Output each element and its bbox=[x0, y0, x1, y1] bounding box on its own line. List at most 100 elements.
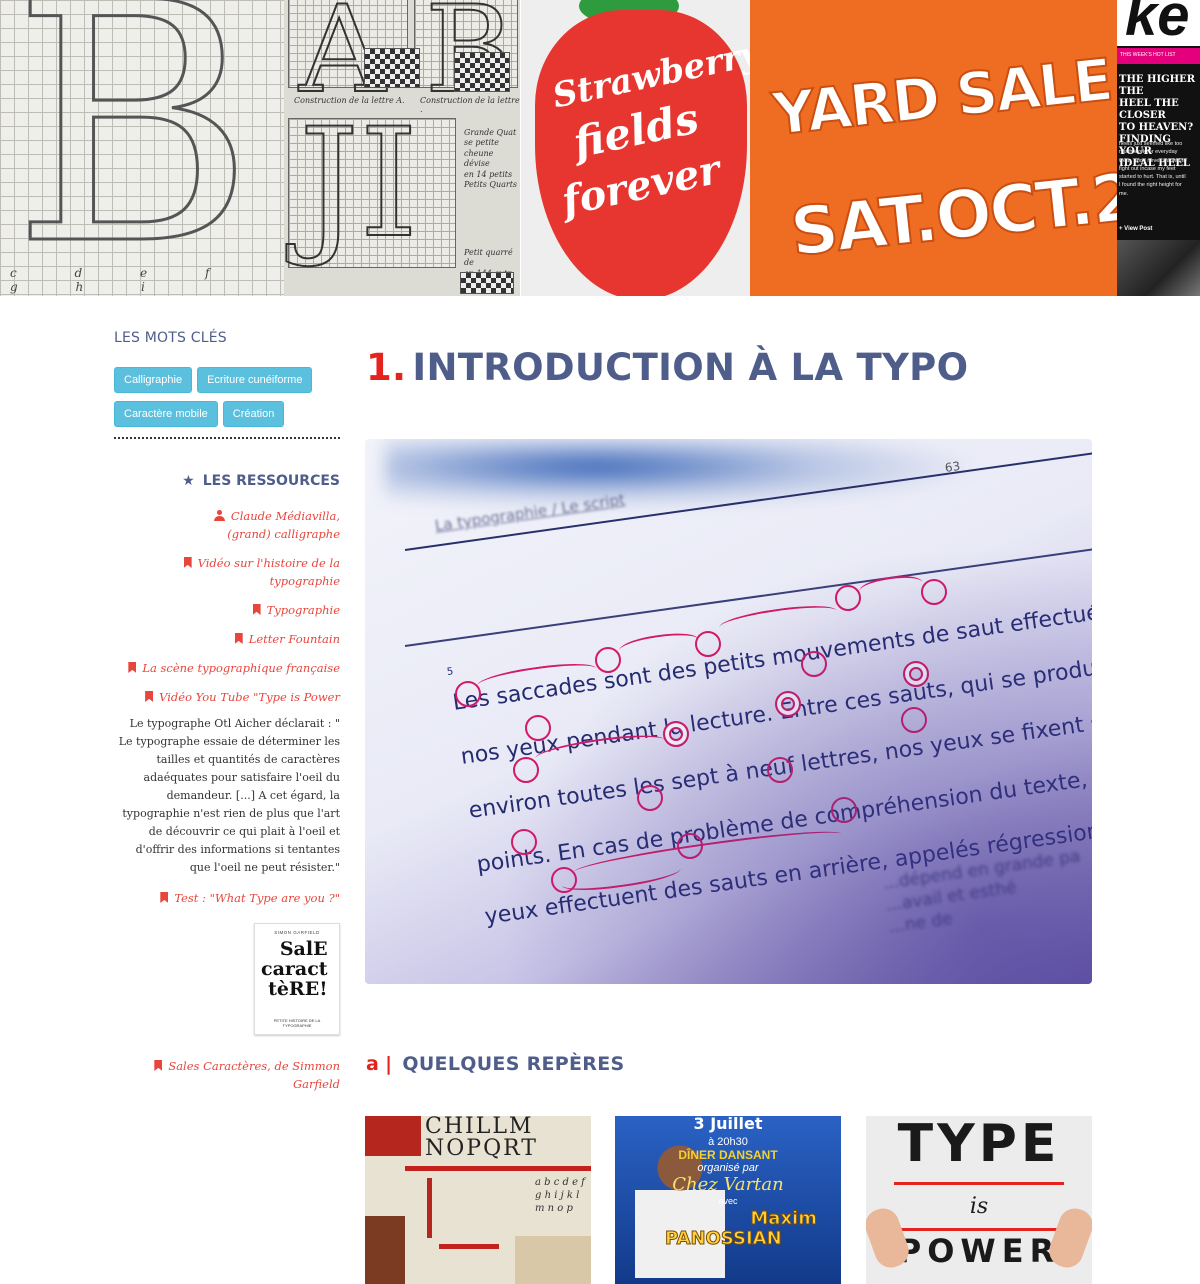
hero-grid-letter-image: B c d e f g h i bbox=[0, 0, 284, 296]
thumb1-red-vbar bbox=[427, 1178, 432, 1238]
resource-scene-typographique[interactable]: La scène typographique française bbox=[114, 659, 340, 677]
hero-yard-sale-poster: YARD SALE SAT.OCT.23 bbox=[750, 0, 1117, 296]
thumbnail-type-is-power[interactable]: TYPE is POWER bbox=[866, 1116, 1092, 1284]
thumb1-red-bar-2 bbox=[439, 1244, 499, 1249]
fixation-circle bbox=[511, 829, 537, 855]
blog-header: ke bbox=[1117, 0, 1200, 48]
resource-letter-fountain[interactable]: Letter Fountain bbox=[114, 630, 340, 648]
resources-list: Claude Médiavilla, (grand) calligraphe V… bbox=[114, 507, 340, 1093]
thumb1-manuscript bbox=[365, 1216, 405, 1284]
thumb2-avec: avec bbox=[718, 1196, 738, 1206]
page-title: 1. INTRODUCTION À LA TYPO bbox=[366, 346, 969, 389]
thumb2-chez: Chez Vartan bbox=[672, 1174, 784, 1195]
keyword-tags: Calligraphie Ecriture cunéiforme Caractè… bbox=[114, 367, 324, 427]
thumb3-red-line-top bbox=[894, 1182, 1064, 1185]
hero-banner: B c d e f g h i A B Construction de la l… bbox=[0, 0, 1200, 296]
plate-checker-2 bbox=[454, 52, 510, 92]
thumb1-red-bar bbox=[405, 1166, 591, 1171]
otl-aicher-quote: Le typographe Otl Aicher déclarait : " L… bbox=[118, 717, 340, 874]
tag-caractere-mobile[interactable]: Caractère mobile bbox=[114, 401, 218, 427]
book-cover-sale-caractere[interactable]: SIMON GARFIELD SalE caract tèRE! PETITE … bbox=[254, 923, 340, 1035]
hero-big-letter: B bbox=[11, 0, 257, 296]
thumbnail-calligraphy[interactable]: CHILLM NOPQRT a b c d e f g h i j k l m … bbox=[365, 1116, 591, 1284]
fixation-circle bbox=[663, 721, 689, 747]
bookmark-icon bbox=[128, 662, 137, 673]
book-subtitle: PETITE HISTOIRE DE LA TYPOGRAPHIE bbox=[273, 1018, 321, 1028]
thumb2-name-first: Maxim bbox=[750, 1208, 818, 1230]
saccade-arrow bbox=[617, 629, 701, 661]
book-title: SalE caract tèRE! bbox=[261, 938, 328, 1000]
blog-tag: THIS WEEK'S HOT LIST bbox=[1117, 48, 1200, 64]
yard-word-1: YARD SALE bbox=[768, 44, 1115, 149]
plate-caption-box: Grande Quat se petite cheune dévise en 1… bbox=[464, 128, 518, 189]
thumb2-name-last: PANOSSIAN bbox=[665, 1228, 783, 1250]
section-separator: | bbox=[385, 1053, 393, 1075]
hero-strawberry-poster: Strawberry fields forever bbox=[521, 0, 750, 296]
saccade-arrow bbox=[857, 572, 925, 602]
thumb2-time: à 20h30 bbox=[708, 1136, 748, 1148]
thumb1-illumination bbox=[365, 1116, 421, 1156]
section-letter: a bbox=[366, 1053, 380, 1075]
blog-photo bbox=[1117, 240, 1200, 296]
fixation-circle bbox=[835, 585, 861, 611]
plate-caption-right: Construction de la lettre . bbox=[420, 96, 520, 114]
bookmark-icon bbox=[183, 557, 192, 568]
blog-text: heels just seemed like too much work for… bbox=[1119, 141, 1187, 197]
thumb2-org: organisé par bbox=[697, 1162, 759, 1174]
saccades-illustration: 63 La typographie / Le script 5 Les sacc… bbox=[365, 439, 1092, 984]
user-icon bbox=[213, 510, 225, 521]
resource-typographie[interactable]: Typographie bbox=[114, 601, 340, 619]
hero-calligraphy-plate: A B Construction de la lettre A. Constru… bbox=[284, 0, 520, 296]
saccade-arrow bbox=[718, 600, 838, 638]
star-icon: ★ bbox=[182, 473, 195, 489]
tag-ecriture-cuneiforme[interactable]: Ecriture cunéiforme bbox=[197, 367, 313, 393]
thumbnail-diner-dansant[interactable]: 3 Juillet à 20h30 DÎNER DANSANT organisé… bbox=[615, 1116, 841, 1284]
fixation-circle bbox=[775, 691, 801, 717]
plate-cell-j: JI bbox=[288, 108, 456, 268]
bookmark-icon bbox=[234, 633, 243, 644]
fixation-circle bbox=[901, 707, 927, 733]
thumb2-date: 3 Juillet bbox=[693, 1116, 763, 1133]
thumb3-red-line-bottom bbox=[894, 1228, 1064, 1231]
resources-heading: ★ LES RESSOURCES bbox=[182, 473, 340, 489]
sidebar: LES MOTS CLÉS Calligraphie Ecriture cuné… bbox=[114, 330, 340, 1104]
keywords-heading: LES MOTS CLÉS bbox=[114, 330, 227, 346]
tag-calligraphie[interactable]: Calligraphie bbox=[114, 367, 193, 393]
image-top-blur bbox=[385, 439, 985, 509]
section-heading: a | QUELQUES REPÈRES bbox=[366, 1053, 625, 1075]
bookmark-icon bbox=[252, 604, 261, 615]
thumb1-alphabet: a b c d e f g h i j k l m n o p bbox=[535, 1177, 585, 1214]
fixation-circle bbox=[903, 661, 929, 687]
resource-claude-mediavilla[interactable]: Claude Médiavilla, (grand) calligraphe bbox=[114, 507, 340, 543]
hero-blog-screenshot: ke THIS WEEK'S HOT LIST THE HIGHER THE H… bbox=[1117, 0, 1200, 296]
title-number: 1. bbox=[366, 346, 407, 389]
image-line-number: 5 bbox=[446, 666, 455, 678]
plate-checker-3 bbox=[460, 272, 514, 294]
fixation-circle bbox=[831, 797, 857, 823]
book-author: SIMON GARFIELD bbox=[274, 930, 320, 935]
resource-video-histoire[interactable]: Vidéo sur l'histoire de la typographie bbox=[114, 554, 340, 590]
plate-checker-1 bbox=[364, 48, 420, 88]
resource-sales-caracteres[interactable]: Sales Caractères, de Simmon Garfield bbox=[114, 1057, 340, 1093]
fixation-circle bbox=[921, 579, 947, 605]
fixation-circle bbox=[595, 647, 621, 673]
thumb2-diner: DÎNER DANSANT bbox=[678, 1148, 778, 1162]
thumb1-letters: CHILLM NOPQRT bbox=[425, 1116, 538, 1161]
bookmark-icon bbox=[160, 892, 169, 903]
tag-creation[interactable]: Création bbox=[222, 401, 285, 427]
resource-type-is-power-video[interactable]: Vidéo You Tube "Type is Power bbox=[114, 688, 340, 706]
hero-grid-letters: c d e f g h i bbox=[10, 266, 237, 294]
fixation-circle bbox=[525, 715, 551, 741]
thumb3-is: is bbox=[969, 1194, 989, 1219]
fixation-circle bbox=[767, 757, 793, 783]
yard-word-2: SAT.OCT.23 bbox=[786, 153, 1117, 272]
fixation-circle bbox=[801, 651, 827, 677]
resource-what-type-test[interactable]: Test : "What Type are you ?" bbox=[114, 889, 340, 907]
fixation-circle bbox=[637, 785, 663, 811]
blog-view-post: + View Post bbox=[1119, 226, 1153, 232]
bookmark-icon bbox=[145, 691, 154, 702]
thumb1-parchment bbox=[515, 1236, 591, 1284]
sidebar-divider bbox=[114, 437, 340, 439]
thumb3-type: TYPE bbox=[897, 1116, 1061, 1174]
bookmark-icon bbox=[154, 1060, 163, 1071]
